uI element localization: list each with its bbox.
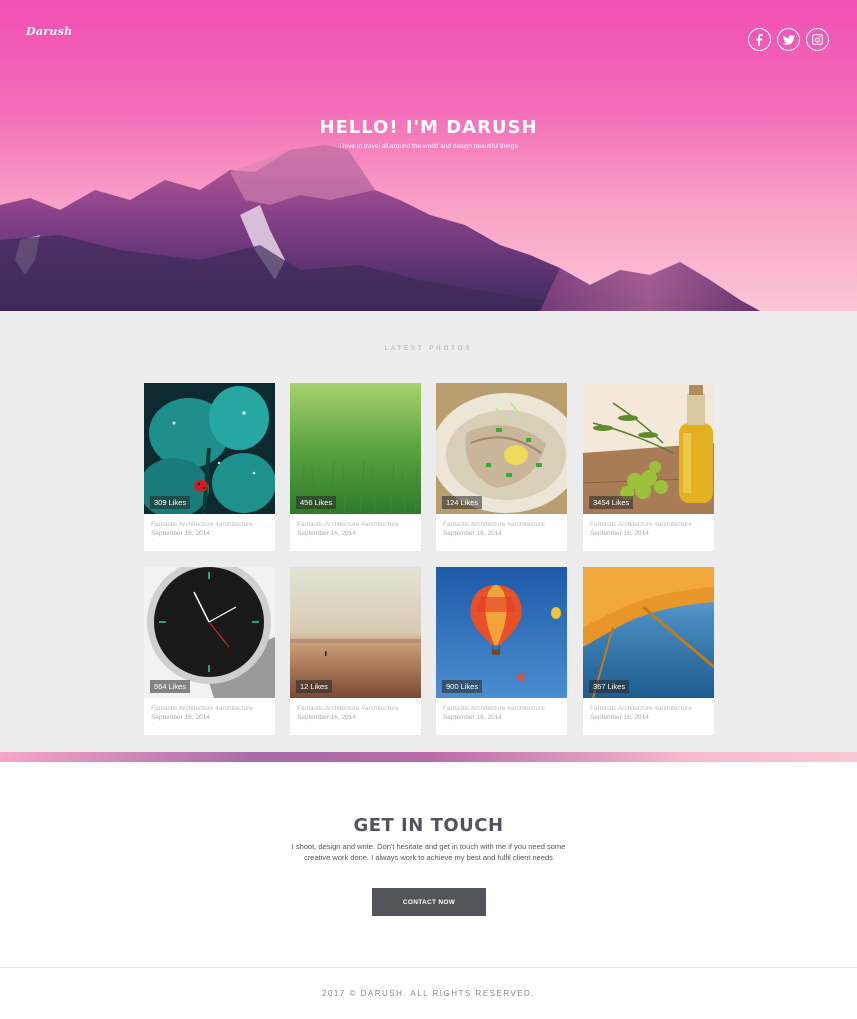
card-title[interactable]: Fantastic Architecture #architecture — [590, 521, 710, 528]
card-title[interactable]: Fantastic Architecture #architecture — [297, 521, 417, 528]
social-links — [748, 28, 829, 51]
site-logo[interactable]: Darush — [26, 25, 72, 38]
likes-badge: 3454 Likes — [589, 496, 634, 509]
smartwatch-image — [144, 567, 275, 698]
contact-section: GET IN TOUCH I shoot, design and write. … — [0, 762, 857, 967]
card-title[interactable]: Fantastic Architecture #architecture — [151, 705, 271, 712]
likes-badge: 900 Likes — [442, 680, 483, 693]
likes-badge: 309 Likes — [150, 496, 191, 509]
card-title[interactable]: Fantastic Architecture #architecture — [590, 705, 710, 712]
likes-badge: 12 Likes — [296, 680, 332, 693]
likes-badge: 124 Likes — [442, 496, 483, 509]
beach-sunset-image — [290, 567, 421, 698]
clover-ladybug-image — [144, 383, 275, 514]
hero-subtitle: I love to travel all around the world an… — [339, 143, 518, 150]
photo-card[interactable]: 900 Likes Fantastic Architecture #archit… — [436, 567, 567, 735]
card-date: September 16, 2014 — [443, 714, 502, 721]
contact-title: GET IN TOUCH — [353, 815, 504, 836]
card-title[interactable]: Fantastic Architecture #architecture — [443, 705, 563, 712]
facebook-icon[interactable] — [748, 28, 771, 51]
card-title[interactable]: Fantastic Architecture #architecture — [443, 521, 563, 528]
latest-photos-section: LATEST PHOTOS 309 Likes Fantastic Archit… — [0, 311, 857, 752]
contact-description: I shoot, design and write. Don't hesitat… — [291, 842, 566, 862]
decorative-divider — [0, 752, 857, 762]
section-label: LATEST PHOTOS — [384, 346, 473, 352]
card-date: September 16, 2014 — [297, 714, 356, 721]
photo-card[interactable]: 124 Likes Fantastic Architecture #archit… — [436, 383, 567, 551]
card-date: September 16, 2014 — [590, 530, 649, 537]
green-grass-image — [290, 383, 421, 514]
hero-title: HELLO! I'M DARUSH — [319, 117, 538, 138]
card-title[interactable]: Fantastic Architecture #architecture — [297, 705, 417, 712]
photo-card[interactable]: 367 Likes Fantastic Architecture #archit… — [583, 567, 714, 735]
hot-air-balloon-image — [436, 567, 567, 698]
photo-card[interactable]: 564 Likes Fantastic Architecture #archit… — [144, 567, 275, 735]
olive-oil-image — [583, 383, 714, 514]
likes-badge: 456 Likes — [296, 496, 337, 509]
mountain-landscape-image — [0, 145, 760, 311]
plane-wing-sea-image — [583, 567, 714, 698]
photo-card[interactable]: 309 Likes Fantastic Architecture #archit… — [144, 383, 275, 551]
card-date: September 16, 2014 — [151, 714, 210, 721]
card-date: September 16, 2014 — [297, 530, 356, 537]
card-title[interactable]: Fantastic Architecture #architecture — [151, 521, 271, 528]
likes-badge: 564 Likes — [150, 680, 191, 693]
card-date: September 16, 2014 — [443, 530, 502, 537]
instagram-icon[interactable] — [806, 28, 829, 51]
fish-dish-image — [436, 383, 567, 514]
footer: 2017 © DARUSH. ALL RIGHTS RESERVED. — [0, 967, 857, 1019]
hero-section: Darush HELLO! I'M DARUSH I love to trave… — [0, 0, 857, 311]
card-date: September 16, 2014 — [151, 530, 210, 537]
likes-badge: 367 Likes — [589, 680, 630, 693]
contact-now-button[interactable]: CONTACT NOW — [372, 888, 486, 916]
photo-card[interactable]: 456 Likes Fantastic Architecture #archit… — [290, 383, 421, 551]
photo-card[interactable]: 3454 Likes Fantastic Architecture #archi… — [583, 383, 714, 551]
card-date: September 16, 2014 — [590, 714, 649, 721]
copyright-text: 2017 © DARUSH. ALL RIGHTS RESERVED. — [321, 989, 536, 998]
twitter-icon[interactable] — [777, 28, 800, 51]
photo-card[interactable]: 12 Likes Fantastic Architecture #archite… — [290, 567, 421, 735]
